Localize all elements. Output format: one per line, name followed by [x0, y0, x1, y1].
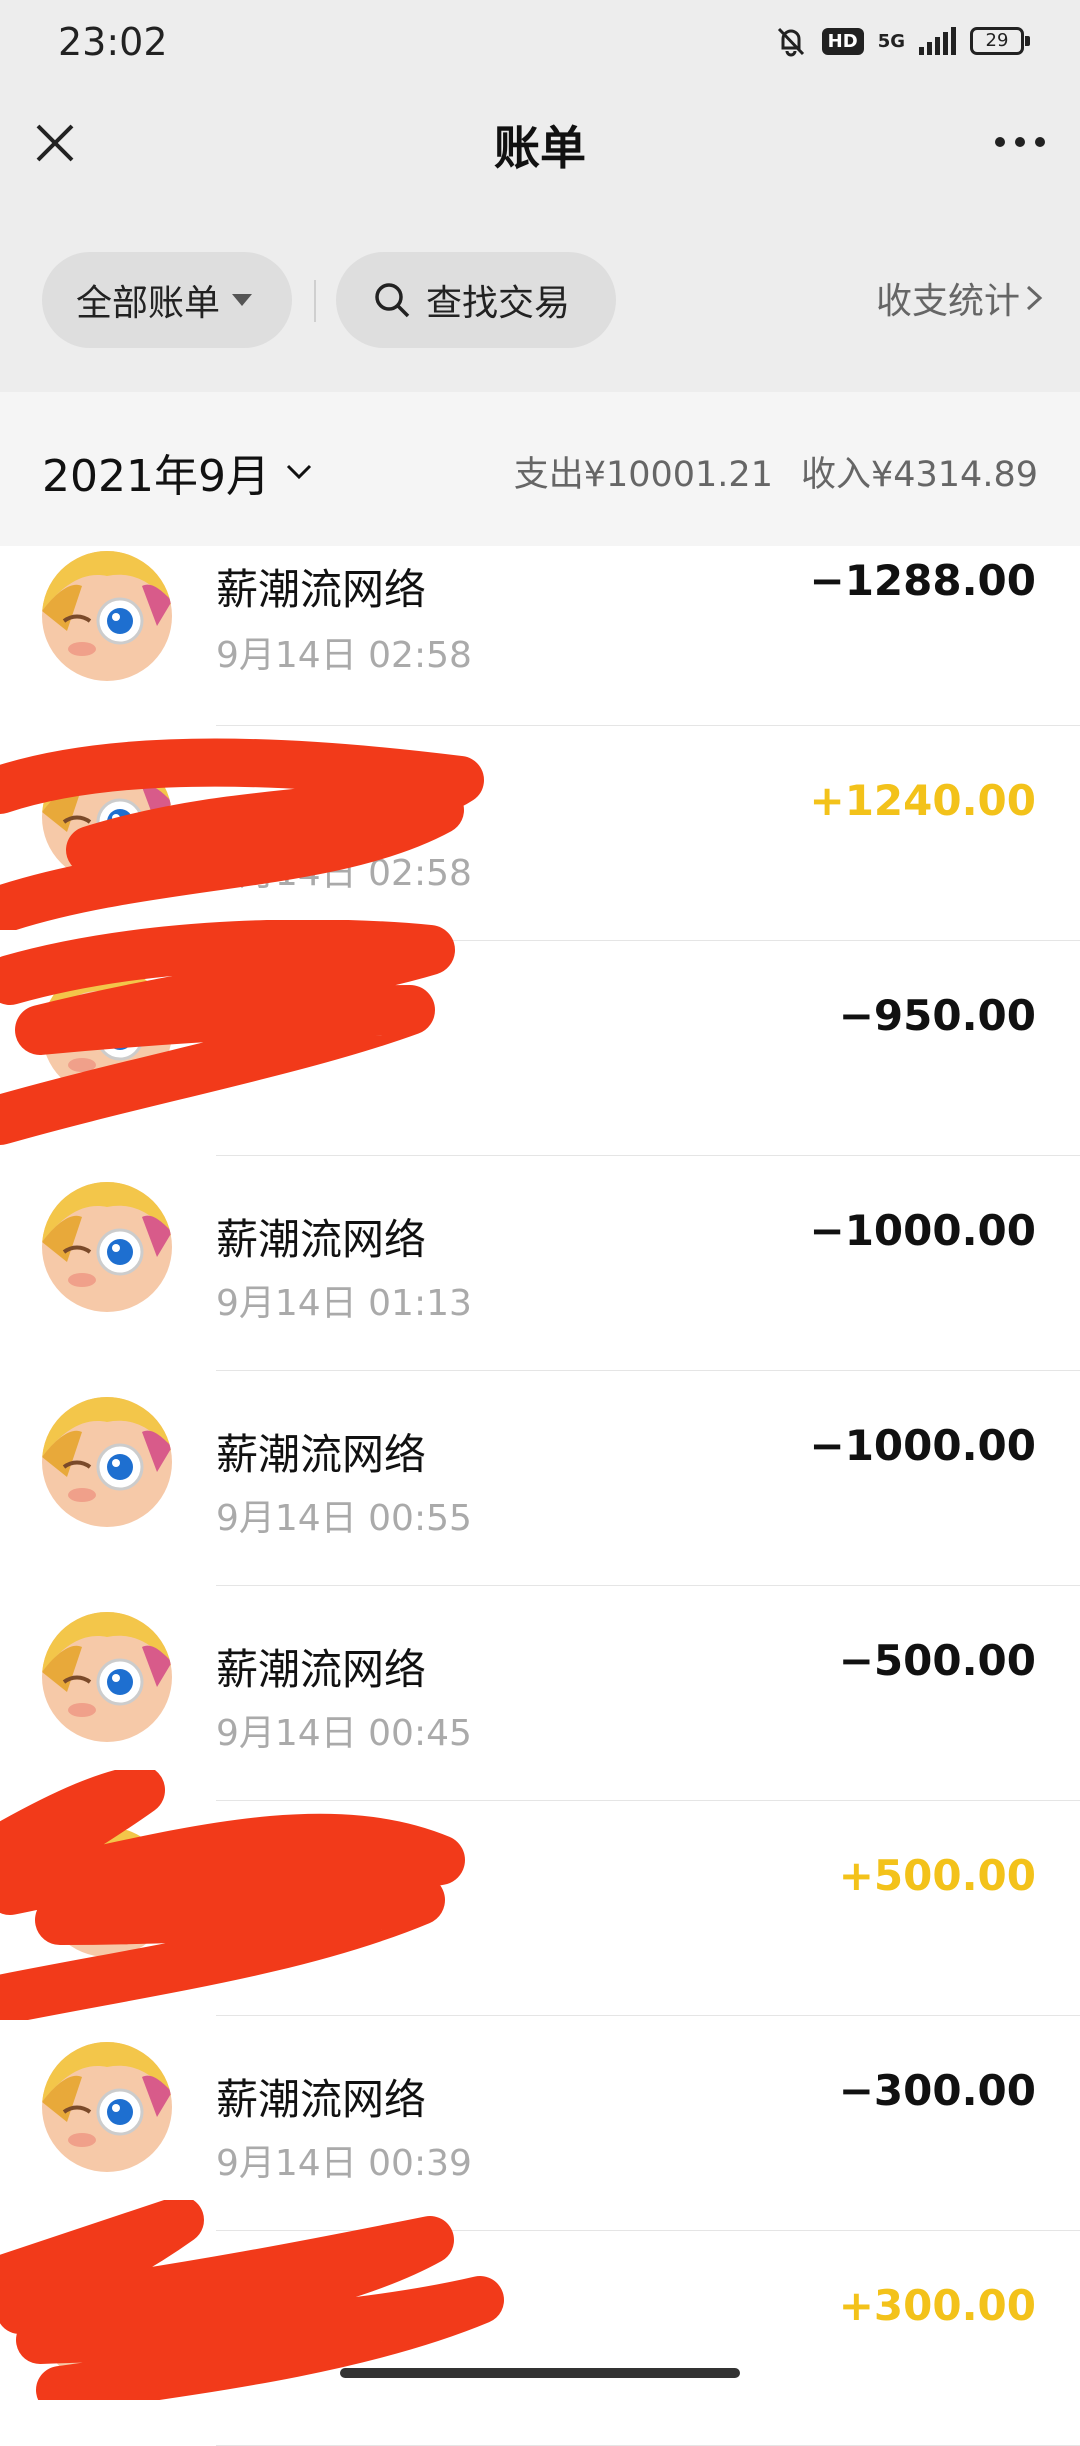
transaction-row[interactable]: +500.00	[0, 1801, 1080, 2016]
status-time: 23:02	[58, 20, 168, 64]
search-label: 查找交易	[426, 283, 571, 324]
month-text: 2021年9月	[42, 451, 270, 502]
transaction-time: 9月14日 01:13	[216, 1283, 472, 1324]
transaction-time: 9月14日 02:58	[216, 853, 472, 894]
expense-total: 支出¥10001.21	[513, 455, 773, 495]
merchant-avatar	[42, 1397, 172, 1527]
transaction-amount: −950.00	[838, 991, 1036, 1040]
transaction-row[interactable]: 薪潮流网络 9月14日 00:55 −1000.00	[0, 1371, 1080, 1586]
transaction-time: 9月14日 02:58	[216, 635, 472, 676]
home-indicator[interactable]	[340, 2368, 740, 2378]
chevron-down-icon	[286, 464, 312, 480]
merchant-name: 薪潮流网络	[216, 1645, 427, 1694]
merchant-name: 薪潮流网络	[216, 1215, 427, 1264]
transaction-row[interactable]: −950.00	[0, 941, 1080, 1156]
transaction-amount: −1288.00	[809, 556, 1037, 605]
network-type: 5G	[877, 30, 905, 52]
transaction-amount: +1240.00	[809, 776, 1037, 825]
filter-divider	[314, 280, 316, 322]
hd-badge: HD	[821, 27, 864, 55]
transaction-row[interactable]: 薪潮流网络 9月14日 00:39 −300.00	[0, 2016, 1080, 2231]
transaction-row[interactable]: 薪潮流网络 9月14日 02:58 −1288.00	[0, 546, 1080, 726]
merchant-avatar	[42, 1827, 172, 1957]
merchant-avatar	[42, 1182, 172, 1312]
signal-icon	[919, 27, 956, 55]
dropdown-arrow-icon	[232, 294, 253, 306]
month-selector[interactable]: 2021年9月	[42, 440, 314, 504]
status-bar: 23:02 HD 5G 29	[0, 0, 1080, 88]
status-icons: HD 5G 29	[774, 24, 1030, 58]
transaction-time: 9月14日 00:39	[216, 2143, 472, 2184]
merchant-avatar	[42, 1612, 172, 1742]
month-summary-bar: 2021年9月 支出¥10001.21 收入¥4314.89	[0, 392, 1080, 546]
nav-bar: 账单	[0, 88, 1080, 198]
transaction-amount: −1000.00	[809, 1421, 1037, 1470]
transaction-row[interactable]: 9月14日 02:58 +1240.00	[0, 726, 1080, 941]
all-bills-filter[interactable]: 全部账单	[42, 252, 292, 348]
stats-label: 收支统计	[875, 281, 1020, 322]
month-totals: 支出¥10001.21 收入¥4314.89	[514, 446, 1038, 497]
merchant-name: 薪潮流网络	[216, 565, 427, 614]
all-bills-label: 全部账单	[76, 283, 221, 324]
transaction-time: 9月14日 00:55	[216, 1498, 472, 1539]
transaction-amount: +300.00	[838, 2281, 1036, 2330]
merchant-avatar	[42, 967, 172, 1097]
search-icon	[375, 283, 410, 318]
merchant-avatar	[42, 2257, 172, 2387]
transaction-amount: −1000.00	[809, 1206, 1037, 1255]
merchant-avatar	[42, 2042, 172, 2172]
page-title: 账单	[494, 121, 586, 175]
search-transactions-button[interactable]: 查找交易	[336, 252, 616, 348]
battery-icon: 29	[970, 27, 1030, 55]
income-total: 收入¥4314.89	[800, 455, 1038, 495]
merchant-avatar	[42, 551, 172, 681]
transaction-amount: +500.00	[838, 1851, 1036, 1900]
merchant-name: 薪潮流网络	[216, 2075, 427, 2124]
header-area: 23:02 HD 5G 29 账单 全部账单 查找交易 收支统计	[0, 0, 1080, 392]
income-expense-stats-link[interactable]: 收支统计	[876, 272, 1048, 324]
chevron-right-icon	[1026, 285, 1043, 311]
merchant-name: 薪潮流网络	[216, 1430, 427, 1479]
transaction-list: 薪潮流网络 9月14日 02:58 −1288.00 9月14日 02:58 +…	[0, 546, 1080, 2446]
transaction-row[interactable]: 薪潮流网络 9月14日 01:13 −1000.00	[0, 1156, 1080, 1371]
transaction-amount: −300.00	[838, 2066, 1036, 2115]
mute-bell-icon	[777, 27, 804, 57]
transaction-amount: −500.00	[838, 1636, 1036, 1685]
more-icon[interactable]	[990, 122, 1050, 162]
transaction-row[interactable]: +300.00	[0, 2231, 1080, 2446]
transaction-time: 9月14日 00:45	[216, 1713, 472, 1754]
merchant-avatar	[42, 752, 172, 882]
transaction-row[interactable]: 薪潮流网络 9月14日 00:45 −500.00	[0, 1586, 1080, 1801]
